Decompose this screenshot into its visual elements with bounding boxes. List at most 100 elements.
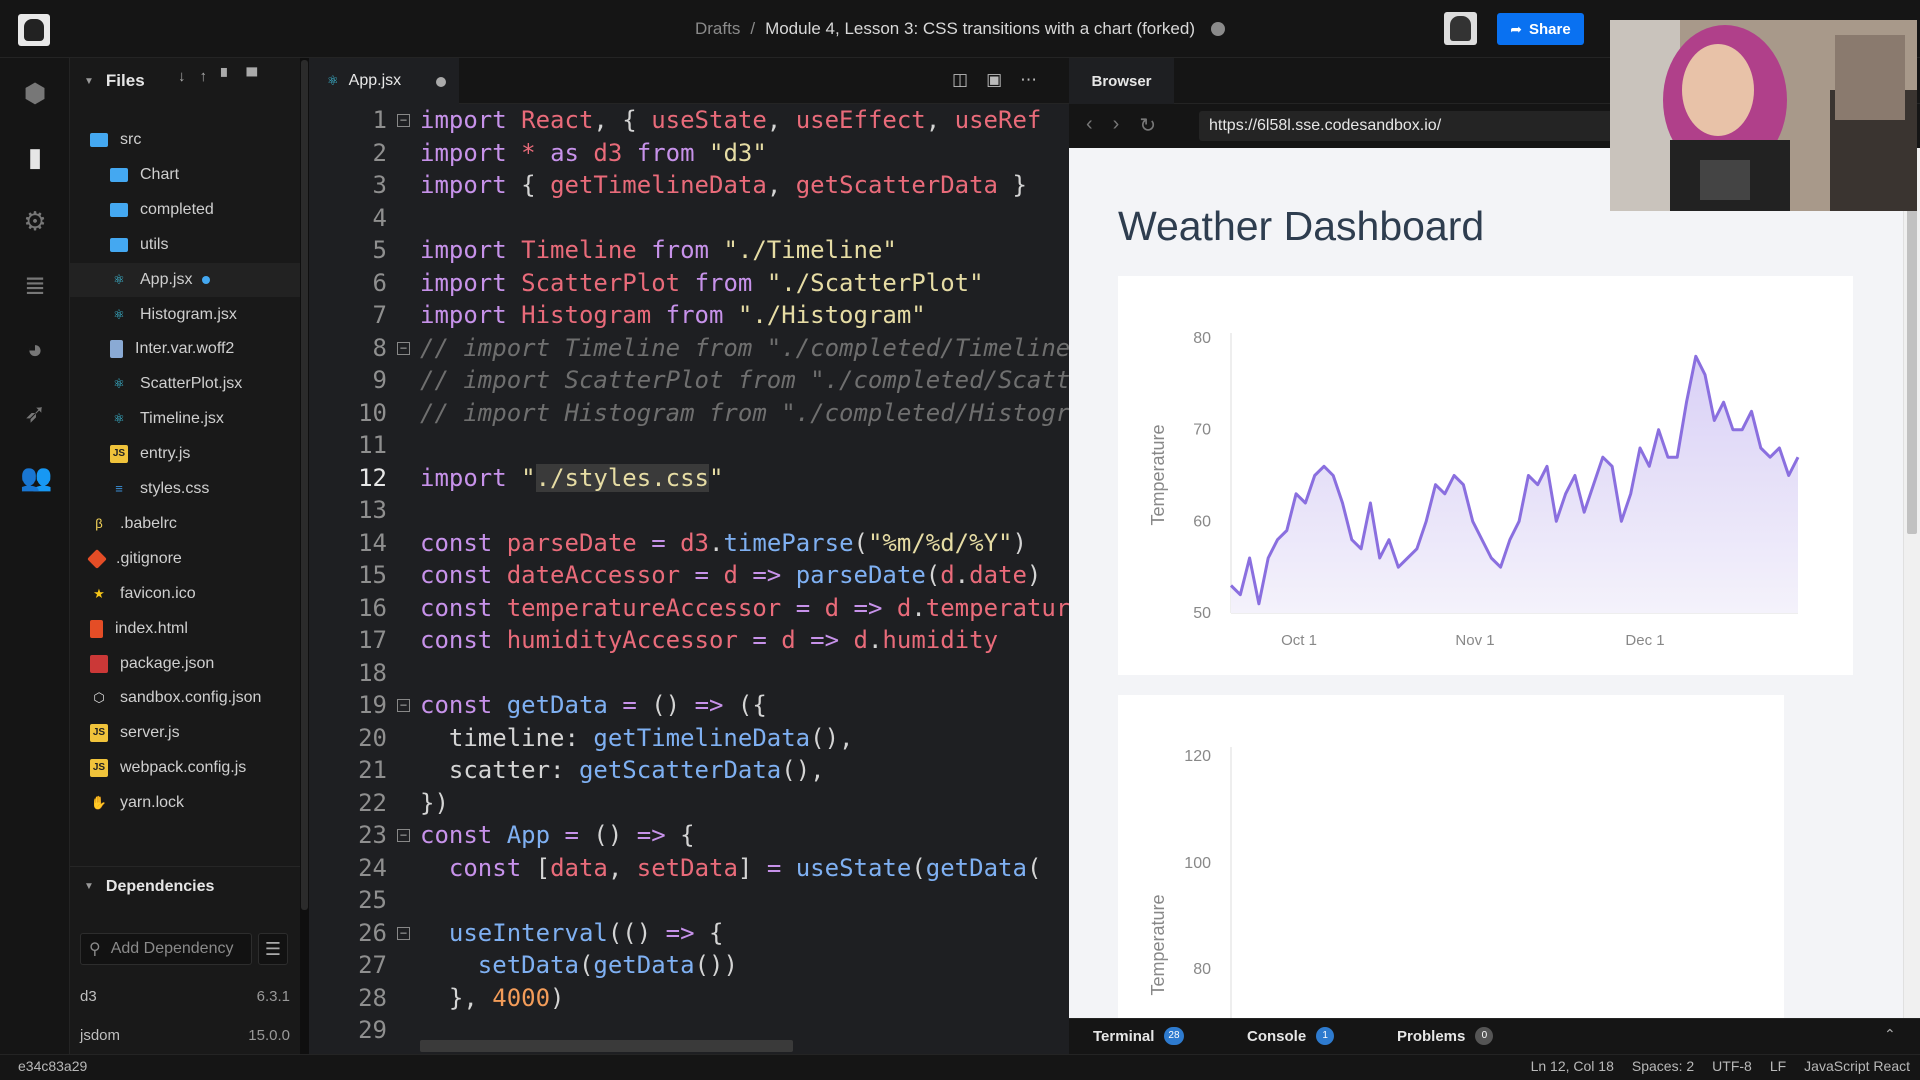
line-number: 10 [358, 398, 387, 427]
file-tree-label: .gitignore [116, 549, 182, 567]
share-button[interactable]: ➦ Share [1497, 13, 1584, 45]
file-tree-item[interactable]: ≡ styles.css [70, 472, 300, 506]
sandbox-title[interactable]: Module 4, Lesson 3: CSS transitions with… [765, 19, 1195, 39]
add-dependency-input[interactable]: ⚲ Add Dependency [80, 933, 252, 965]
files-icon[interactable]: ▮ [20, 142, 50, 172]
panel-expand-icon[interactable]: ⌃ [1884, 1026, 1904, 1046]
new-file-icon[interactable]: ▘ [221, 68, 233, 92]
encoding[interactable]: UTF-8 [1712, 1058, 1752, 1074]
split-view-icon[interactable]: ◫ [952, 70, 968, 92]
avatar[interactable] [1444, 12, 1477, 45]
file-tree-item[interactable]: .gitignore [70, 542, 300, 576]
file-tree-item[interactable]: ★ favicon.ico [70, 577, 300, 611]
users-icon[interactable]: 👥 [20, 462, 52, 492]
dependency-row[interactable]: d3 6.3.1 [80, 988, 290, 1012]
indentation[interactable]: Spaces: 2 [1632, 1058, 1694, 1074]
preview-scrollbar[interactable] [1903, 148, 1920, 1018]
fold-icon[interactable]: − [397, 114, 410, 127]
file-tree-item[interactable]: JS server.js [70, 716, 300, 750]
y-axis-label: Temperature [1148, 894, 1168, 995]
y-tick-label: 120 [1184, 748, 1211, 765]
dependency-row[interactable]: jsdom 15.0.0 [80, 1027, 290, 1051]
file-tree-item[interactable]: ✋ yarn.lock [70, 786, 300, 820]
console-tab[interactable]: Console 1 [1247, 1026, 1335, 1046]
timeline-area [1231, 356, 1798, 613]
file-tree-item[interactable]: utils [70, 228, 300, 262]
preview-window-icon[interactable]: ▣ [986, 70, 1002, 92]
back-icon[interactable]: ‹ [1086, 113, 1093, 139]
y-tick-label: 100 [1184, 855, 1211, 872]
js-icon: JS [90, 759, 108, 778]
file-tree-item[interactable]: ⚛ Histogram.jsx [70, 298, 300, 332]
fold-icon[interactable]: − [397, 829, 410, 842]
file-tree-item[interactable]: ⚛ Timeline.jsx [70, 402, 300, 436]
status-right: Ln 12, Col 18 Spaces: 2 UTF-8 LF JavaScr… [1500, 1058, 1910, 1074]
file-tree-label: server.js [120, 724, 180, 742]
new-folder-icon[interactable]: ▀ [247, 68, 258, 92]
add-dependency-placeholder: Add Dependency [110, 940, 234, 957]
y-tick-label: 50 [1193, 605, 1211, 622]
cube-icon[interactable]: ⬢ [20, 78, 50, 108]
editor-horizontal-scrollbar[interactable] [420, 1040, 793, 1052]
folder-icon [110, 167, 128, 182]
y-tick-label: 80 [1193, 330, 1211, 347]
file-tree-item[interactable]: Chart [70, 158, 300, 192]
rocket-icon[interactable]: ➶ [20, 398, 50, 428]
gear-icon[interactable]: ⚙ [20, 206, 50, 236]
modified-dot-icon [202, 275, 211, 284]
x-tick-label: Oct 1 [1281, 632, 1317, 649]
terminal-badge: 28 [1164, 1027, 1184, 1045]
fold-icon[interactable]: − [397, 341, 410, 355]
file-tree-item[interactable]: ⚛ ScatterPlot.jsx [70, 367, 300, 401]
file-tree-label: styles.css [140, 480, 210, 497]
file-tree-item[interactable]: index.html [70, 612, 300, 646]
line-number: 4 [372, 203, 387, 232]
server-icon[interactable]: ≣ [20, 270, 50, 300]
refresh-icon[interactable]: ↻ [1139, 113, 1156, 139]
line-number: 16 [358, 593, 387, 622]
cursor-position[interactable]: Ln 12, Col 18 [1531, 1058, 1614, 1074]
line-number: 22 [358, 788, 387, 817]
breadcrumb-drafts[interactable]: Drafts [695, 19, 740, 39]
timeline-chart: 50 60 70 80 Oct 1 Nov 1 Dec 1 Temperature [1148, 330, 1800, 649]
more-options-icon[interactable]: ⋯ [1020, 70, 1037, 92]
line-number: 3 [372, 171, 387, 199]
file-tree-item[interactable]: JS webpack.config.js [70, 751, 300, 785]
terminal-tab[interactable]: Terminal 28 [1093, 1026, 1184, 1046]
file-tree-item[interactable]: JS entry.js [70, 437, 300, 471]
fold-icon[interactable]: − [397, 699, 410, 712]
file-tree-item[interactable]: src [70, 123, 300, 157]
github-icon[interactable]: ◕ [20, 334, 50, 364]
file-tree-item[interactable]: Inter.var.woff2 [70, 332, 300, 366]
browser-tab[interactable]: Browser [1069, 58, 1174, 104]
code-area[interactable]: 1− import React, { useState, useEffect, u… [309, 104, 1069, 1044]
language-mode[interactable]: JavaScript React [1804, 1058, 1910, 1074]
line-number: 14 [358, 528, 387, 557]
line-number: 19 [358, 691, 387, 719]
problems-tab[interactable]: Problems 0 [1397, 1026, 1494, 1046]
forward-icon[interactable]: › [1113, 113, 1120, 139]
line-ending[interactable]: LF [1770, 1058, 1786, 1074]
file-tree-item[interactable]: β .babelrc [70, 507, 300, 541]
url-input[interactable]: https://6l58l.sse.codesandbox.io/ [1199, 111, 1619, 141]
upload-icon[interactable]: ↑ [200, 68, 208, 92]
file-tree-item[interactable]: ⬡ sandbox.config.json [70, 681, 300, 715]
dependencies-section-header[interactable]: ▼ Dependencies [70, 866, 300, 906]
box-icon: ⬡ [93, 690, 105, 706]
file-tree-item[interactable]: ⚛ App.jsx [70, 262, 300, 297]
file-tree-item[interactable]: package.json [70, 647, 300, 681]
globe-icon [1211, 22, 1225, 36]
react-icon: ⚛ [113, 306, 125, 322]
line-number: 8 [372, 333, 387, 362]
breadcrumb-separator: / [750, 19, 756, 38]
dependency-menu-button[interactable]: ☰ [258, 933, 288, 965]
fold-icon[interactable]: − [397, 926, 410, 940]
file-tree-item[interactable]: completed [70, 193, 300, 227]
problems-label: Problems [1397, 1027, 1466, 1045]
file-tree-label: src [120, 131, 142, 148]
commit-hash[interactable]: e34c83a29 [18, 1058, 87, 1074]
folder-icon [110, 202, 128, 217]
sidebar-scrollbar[interactable] [300, 58, 309, 1054]
download-icon[interactable]: ↓ [178, 68, 186, 92]
unsaved-dot-icon[interactable] [436, 77, 446, 87]
